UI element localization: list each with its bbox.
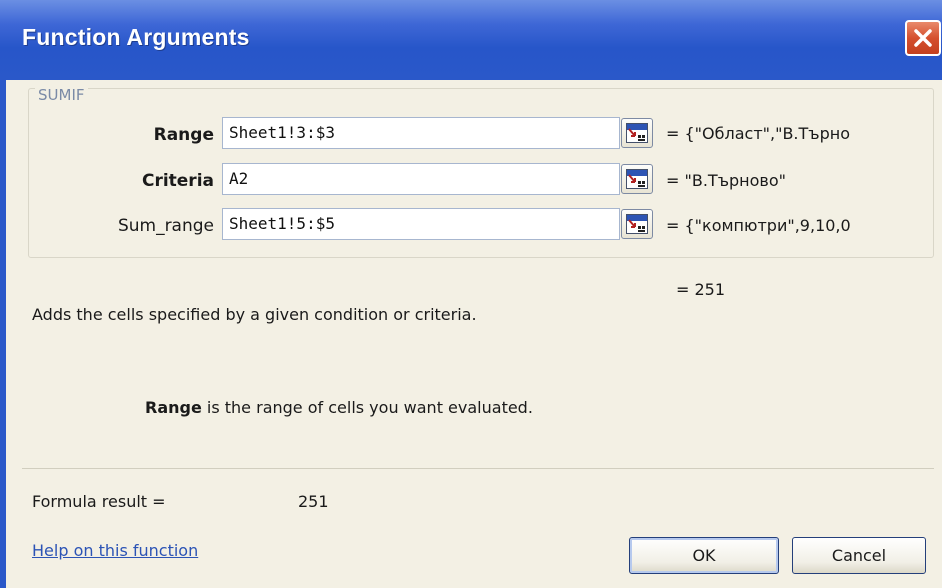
formula-result-value: 251 xyxy=(298,492,329,511)
window-frame-left xyxy=(0,80,6,588)
sum-range-input[interactable]: Sheet1!5:$5 xyxy=(222,208,620,240)
close-button[interactable] xyxy=(905,20,941,56)
close-icon xyxy=(914,29,932,47)
separator xyxy=(22,468,934,469)
cancel-button[interactable]: Cancel xyxy=(792,537,926,574)
sum-range-result: = {"компютри",9,10,0 xyxy=(666,216,851,235)
collapse-dialog-icon xyxy=(626,214,648,234)
argument-help-name: Range xyxy=(145,398,202,417)
range-result: = {"Област","В.Търно xyxy=(666,124,850,143)
function-result: = 251 xyxy=(676,280,726,299)
dialog-title: Function Arguments xyxy=(22,24,250,50)
collapse-dialog-icon xyxy=(626,169,648,189)
title-bar: Function Arguments xyxy=(0,0,942,80)
criteria-label: Criteria xyxy=(141,171,214,191)
argument-help-text: is the range of cells you want evaluated… xyxy=(201,398,533,417)
function-name-label: SUMIF xyxy=(35,86,88,104)
argument-help: Range is the range of cells you want eva… xyxy=(145,398,533,417)
help-link[interactable]: Help on this function xyxy=(32,541,198,560)
range-input[interactable]: Sheet1!3:$3 xyxy=(222,117,620,149)
criteria-input[interactable]: A2 xyxy=(222,163,620,195)
range-label: Range xyxy=(153,125,214,145)
collapse-dialog-icon xyxy=(626,123,648,143)
criteria-collapse-button[interactable] xyxy=(621,164,653,194)
formula-result-label: Formula result = xyxy=(32,492,166,511)
ok-button[interactable]: OK xyxy=(629,537,779,574)
range-collapse-button[interactable] xyxy=(621,118,653,148)
criteria-result: = "В.Търново" xyxy=(666,171,786,190)
function-description: Adds the cells specified by a given cond… xyxy=(32,305,477,324)
sum-range-label: Sum_range xyxy=(117,216,214,236)
sum-range-collapse-button[interactable] xyxy=(621,209,653,239)
